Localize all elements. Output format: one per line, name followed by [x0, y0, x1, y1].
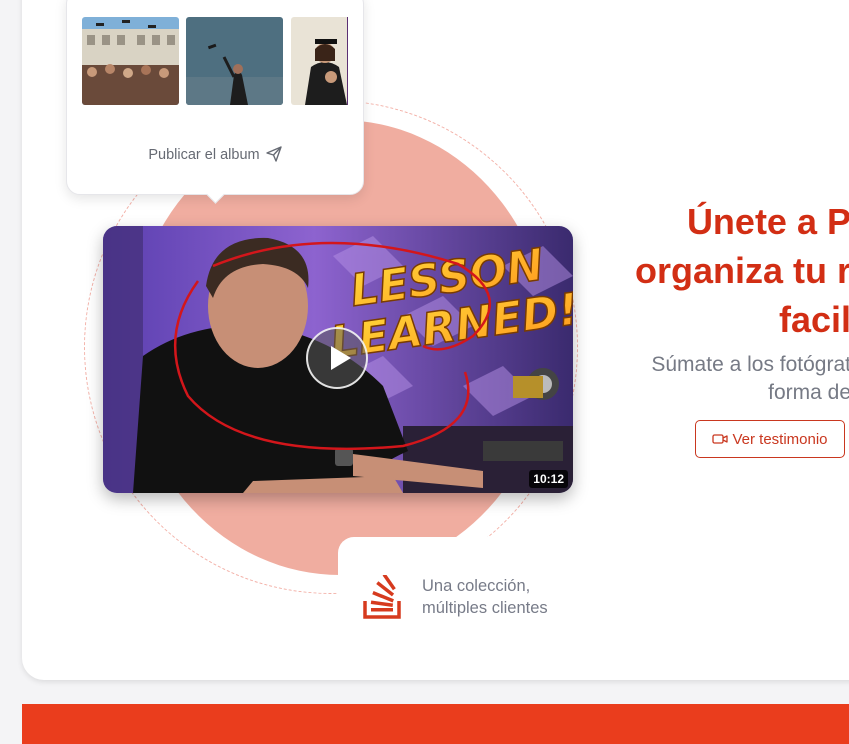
hero-title-line2: organiza tu r	[634, 250, 849, 291]
feature-tag-line2: múltiples clientes	[422, 599, 548, 617]
feature-tag-text: Una colección, múltiples clientes	[422, 575, 548, 619]
publish-album-label: Publicar el album	[148, 147, 260, 163]
album-card: Publicar el album	[66, 0, 364, 195]
graduation-crowd-photo	[82, 17, 179, 105]
publish-album-button[interactable]: Publicar el album	[67, 146, 363, 163]
view-testimonial-button[interactable]: Ver testimonio	[695, 420, 845, 458]
hero-subtitle-line1: Súmate a los fotógrat	[651, 353, 849, 376]
footer-accent-bar	[22, 704, 849, 744]
video-camera-icon	[712, 434, 729, 444]
graduate-portrait-photo	[291, 17, 348, 105]
send-icon	[265, 146, 282, 162]
hero-title: Únete a P organiza tu r facil	[635, 197, 849, 344]
hero-subtitle: Súmate a los fotógrat forma de	[651, 351, 849, 407]
album-thumbnails	[82, 17, 348, 105]
feature-tag-line1: Una colección,	[422, 577, 531, 595]
stack-icon	[362, 573, 402, 624]
graduate-throwing-cap-photo	[186, 17, 283, 105]
hero-title-line3: facil	[778, 299, 849, 340]
play-button[interactable]	[306, 327, 368, 389]
testimonial-video[interactable]: LESSON LEARNED! 10:12	[103, 226, 573, 493]
hero-subtitle-line2: forma de	[768, 381, 849, 404]
hero-title-line1: Únete a P	[686, 201, 849, 242]
view-testimonial-label: Ver testimonio	[732, 430, 828, 448]
video-duration: 10:12	[529, 470, 568, 488]
